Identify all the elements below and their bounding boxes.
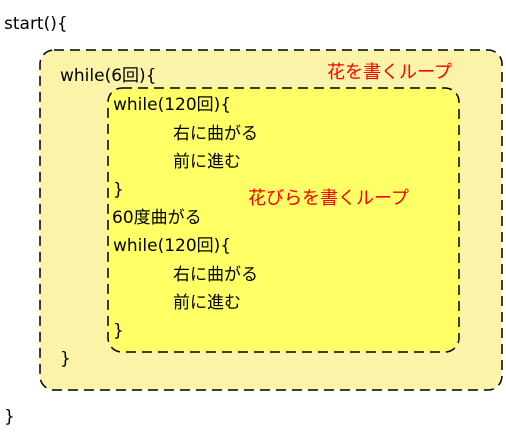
inner-close-1-line: }: [113, 180, 124, 200]
turn-right-1-line: 右に曲がる: [173, 124, 258, 144]
petal-loop-label: 花びらを書くループ: [248, 188, 409, 209]
flower-loop-label: 花を書くループ: [327, 62, 452, 83]
outer-while-line: while(6回){: [60, 66, 157, 86]
forward-2-line: 前に進む: [173, 293, 241, 313]
outer-close-line: }: [60, 349, 71, 369]
start-line: start(){: [4, 14, 68, 34]
end-line: }: [4, 407, 15, 427]
inner-close-2-line: }: [113, 321, 124, 341]
forward-1-line: 前に進む: [173, 152, 241, 172]
turn-60-line: 60度曲がる: [112, 208, 202, 228]
inner-while-2-line: while(120回){: [113, 236, 232, 256]
inner-while-1-line: while(120回){: [113, 95, 232, 115]
turn-right-2-line: 右に曲がる: [173, 265, 258, 285]
